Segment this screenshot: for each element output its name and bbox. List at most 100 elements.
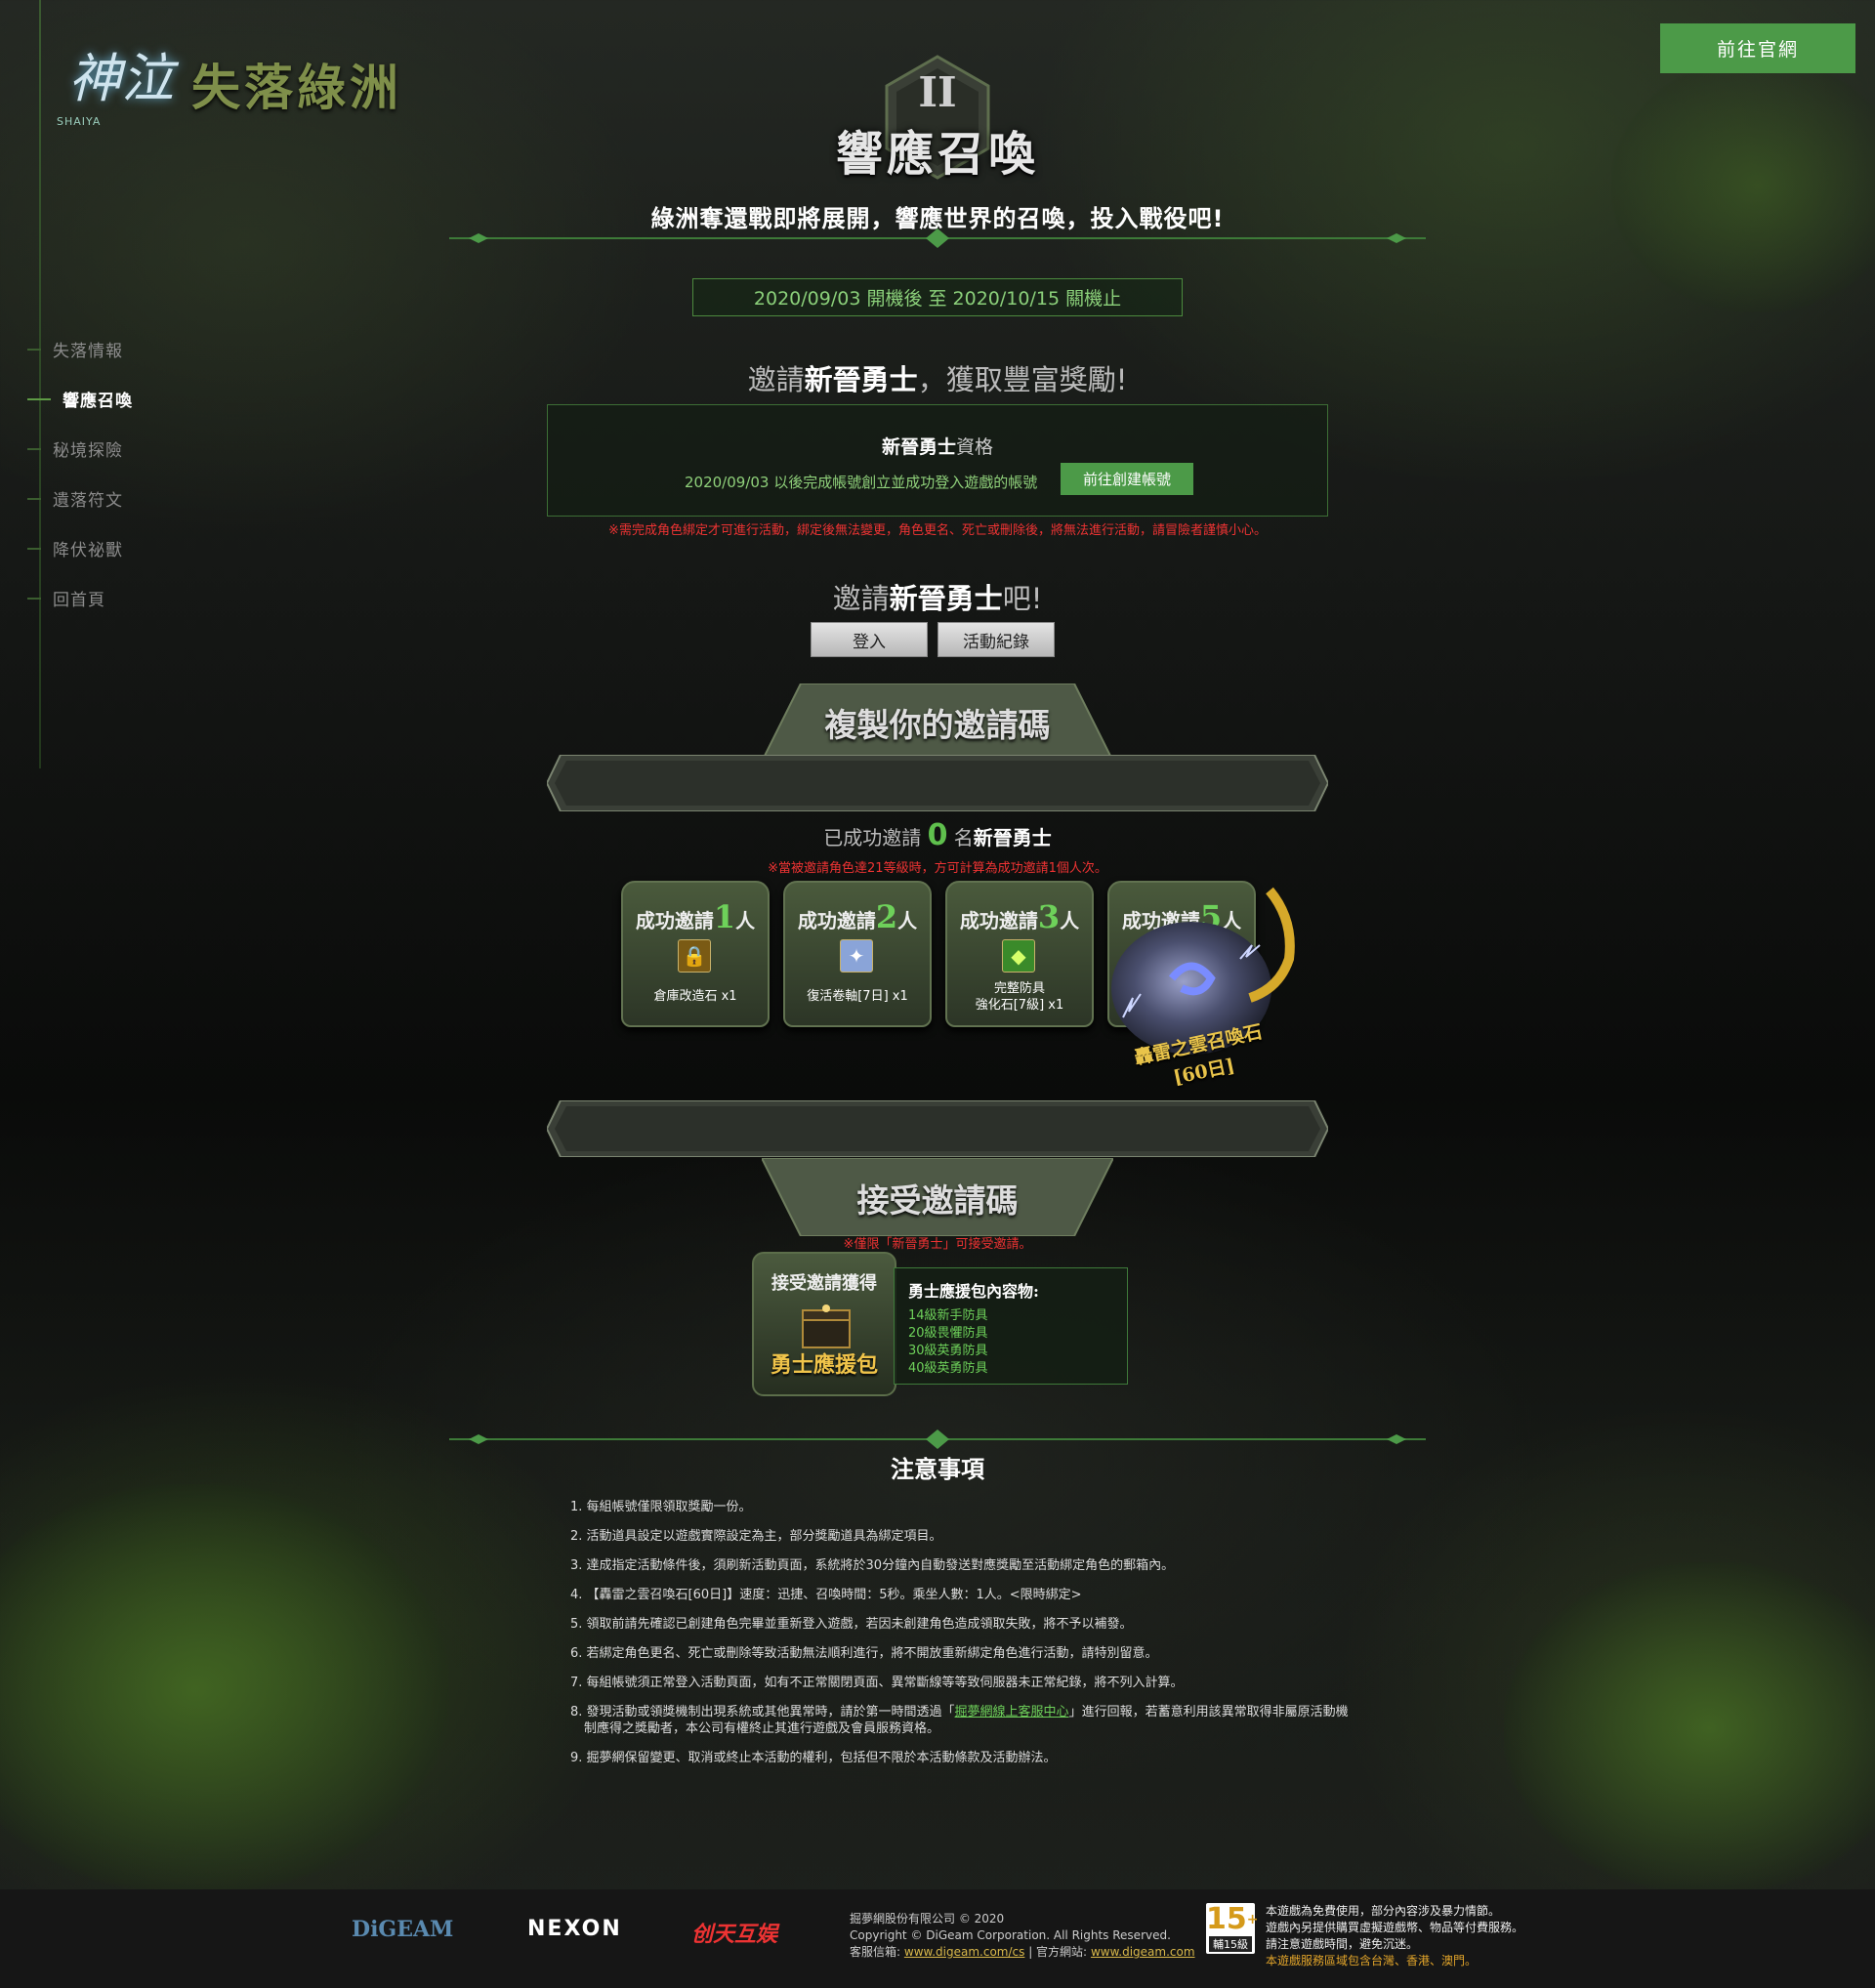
reward-pre: 成功邀請 xyxy=(797,909,876,932)
official-site-button[interactable]: 前往官網 xyxy=(1660,23,1855,73)
pack-item: 14級新手防具 xyxy=(908,1308,988,1323)
pack-name: 勇士應援包 xyxy=(770,1352,878,1378)
rate-line: 請注意遊戲時間，避免沉迷。 xyxy=(1266,1937,1419,1951)
notice-8-pre: 8. 發現活動或領獎機制出現系統或其他異常時，請於第一時間透過「 xyxy=(570,1705,955,1719)
notice-item: 5. 領取前請先確認已創建角色完畢並重新登入遊戲，若因未創建角色造成領取失敗，將… xyxy=(570,1617,1133,1632)
qual-bold: 新晉勇士 xyxy=(881,436,956,458)
success-pre: 已成功邀請 xyxy=(823,826,922,849)
qual-post: 資格 xyxy=(956,436,994,458)
pack-head: 接受邀請獲得 xyxy=(771,1273,877,1294)
accept-note: ※僅限「新晉勇士」可接受邀請。 xyxy=(843,1237,1032,1252)
event-date-range: 2020/09/03 開機後 至 2020/10/15 關機止 xyxy=(692,278,1183,316)
reward-post: 人 xyxy=(1060,909,1080,932)
lock-icon: 🔒 xyxy=(678,939,711,973)
reward-card-3: 成功邀請3人 ◆ 完整防具強化石[7級] x1 xyxy=(945,881,1094,1027)
success-count-line: 已成功邀請 0 名新晉勇士 xyxy=(0,818,1875,852)
rating-label: 輔15級 xyxy=(1209,1936,1252,1952)
rating-notice: 本遊戲為免費使用，部分內容涉及暴力情節。 遊戲內另提供購買虛擬遊戲幣、物品等付費… xyxy=(1266,1903,1523,1969)
footer-copyright: 掘夢網股份有限公司 © 2020 Copyright © DiGeam Corp… xyxy=(850,1911,1195,1961)
reward-head: 成功邀請2人 xyxy=(785,898,930,935)
digeam-logo[interactable]: DiGEAM xyxy=(352,1917,453,1942)
login-button[interactable]: 登入 xyxy=(811,622,928,657)
cta-post: 吧! xyxy=(1002,582,1043,615)
pack-contents-box: 勇士應援包內容物: 14級新手防具 20級畏懼防具 30級英勇防具 40級英勇防… xyxy=(894,1267,1128,1385)
pack-item: 40級英勇防具 xyxy=(908,1361,988,1376)
reward-name-line1: 完整防具 xyxy=(993,981,1045,996)
support-pack-card: 接受邀請獲得 勇士應援包 xyxy=(752,1252,896,1396)
rating-num: 15 xyxy=(1206,1902,1247,1936)
cta-pre: 邀請 xyxy=(832,582,890,615)
invite-heading-bold: 新晉勇士 xyxy=(804,363,918,396)
ornament-divider xyxy=(449,1429,1426,1449)
invite-heading: 邀請新晉勇士，獲取豐富獎勵! xyxy=(0,357,1875,398)
success-bold: 新晉勇士 xyxy=(973,826,1052,849)
notice-item: 1. 每組帳號僅限領取獎勵一份。 xyxy=(570,1500,752,1514)
reward-count: 2 xyxy=(875,898,898,935)
site-link[interactable]: www.digeam.com xyxy=(1091,1945,1195,1959)
invite-heading-post: ，獲取豐富獎勵! xyxy=(917,363,1128,396)
bind-warning: ※需完成角色綁定才可進行活動，綁定後無法變更，角色更名、死亡或刪除後，將無法進行… xyxy=(608,523,1267,538)
nav-dot xyxy=(27,547,41,550)
reward-head: 成功邀請3人 xyxy=(947,898,1092,935)
nav-label: 降伏祕獸 xyxy=(53,541,123,560)
nav-item-runes[interactable]: 遺落符文 xyxy=(27,474,133,523)
invite-heading-pre: 邀請 xyxy=(747,363,805,396)
notice-item: 2. 活動道具設定以遊戲實際設定為主，部分獎勵道具為綁定項目。 xyxy=(570,1529,942,1544)
copy-line2: Copyright © DiGeam Corporation. All Righ… xyxy=(850,1928,1171,1942)
scroll-icon: ✦ xyxy=(840,939,873,973)
reward-pre: 成功邀請 xyxy=(635,909,714,932)
pack-item: 20級畏懼防具 xyxy=(908,1326,988,1341)
accept-code-field[interactable] xyxy=(547,1100,1328,1157)
reward-name-line2: 強化石[7級] x1 xyxy=(975,998,1064,1013)
reward-card-1: 成功邀請1人 🔒 倉庫改造石 x1 xyxy=(621,881,770,1027)
success-count: 0 xyxy=(927,818,948,852)
reward-name: 完整防具強化石[7級] x1 xyxy=(947,980,1092,1014)
ctmx-logo[interactable]: 创天互娱 xyxy=(691,1917,777,1948)
notice-item-8: 8. 發現活動或領獎機制出現系統或其他異常時，請於第一時間透過「掘夢網線上客服中… xyxy=(570,1704,1352,1737)
reward-count: 3 xyxy=(1037,898,1061,935)
copy-line1: 掘夢網股份有限公司 © 2020 xyxy=(850,1912,1005,1926)
nav-label: 遺落符文 xyxy=(53,491,123,511)
qualification-desc: 2020/09/03 以後完成帳號創立並成功登入遊戲的帳號 xyxy=(685,474,1038,491)
notice-item: 3. 達成指定活動條件後，須刷新活動頁面，系統將於30分鐘內自動發送對應獎勵至活… xyxy=(570,1558,1175,1573)
rate-line: 本遊戲為免費使用，部分內容涉及暴力情節。 xyxy=(1266,1904,1501,1918)
rate-line: 遊戲內另提供購買虛擬遊戲幣、物品等付費服務。 xyxy=(1266,1921,1524,1934)
reward-post: 人 xyxy=(897,909,918,932)
notice-title: 注意事項 xyxy=(891,1456,984,1483)
chapter-numeral: II xyxy=(918,68,957,116)
foliage-decoration xyxy=(0,1484,449,1894)
rating-plus: + xyxy=(1246,1912,1259,1927)
reward-name: 復活卷軸[7日] x1 xyxy=(807,989,908,1004)
site-label: | 官方網站: xyxy=(1028,1945,1088,1959)
activity-record-button[interactable]: 活動紀錄 xyxy=(938,622,1055,657)
customer-service-link[interactable]: 掘夢網線上客服中心 xyxy=(955,1705,1069,1719)
reward-card-2: 成功邀請2人 ✦ 復活卷軸[7日] x1 xyxy=(783,881,932,1027)
nav-item-explore[interactable]: 秘境探險 xyxy=(27,424,133,474)
qualification-box: 新晉勇士資格 2020/09/03 以後完成帳號創立並成功登入遊戲的帳號 前往創… xyxy=(547,404,1328,517)
foliage-decoration xyxy=(1504,1562,1875,1894)
reward-post: 人 xyxy=(735,909,756,932)
accept-code-title: 接受邀請碼 xyxy=(856,1181,1019,1220)
success-note: ※當被邀請角色達21等級時，方可計算為成功邀請1個人次。 xyxy=(768,861,1107,876)
invite-cta: 邀請新晉勇士吧! xyxy=(0,576,1875,617)
create-account-button[interactable]: 前往創建帳號 xyxy=(1061,463,1193,495)
notice-item: 4. 【轟雷之雲召喚石[60日]】速度：迅捷、召喚時間：5秒。乘坐人數：1人。<… xyxy=(570,1588,1082,1602)
pack-contents-title: 勇士應援包內容物: xyxy=(908,1282,1039,1301)
invite-code-field[interactable] xyxy=(547,755,1328,811)
reward-count: 1 xyxy=(713,898,736,935)
cs-label: 客服信箱: xyxy=(850,1945,901,1959)
nav-dot xyxy=(27,348,41,351)
gem-icon: ◆ xyxy=(1002,939,1035,973)
cs-link[interactable]: www.digeam.com/cs xyxy=(904,1945,1025,1959)
reward-name: 倉庫改造石 x1 xyxy=(653,989,737,1004)
pack-item: 30級英勇防具 xyxy=(908,1344,988,1358)
copy-code-title: 複製你的邀請碼 xyxy=(824,706,1051,744)
footer: DiGEAM NEXON 创天互娱 掘夢網股份有限公司 © 2020 Copyr… xyxy=(0,1889,1875,1988)
nav-dot xyxy=(27,497,41,500)
page-title: 響應召喚 xyxy=(835,127,1039,182)
reward-pre: 成功邀請 xyxy=(959,909,1038,932)
nexon-logo[interactable]: NEXON xyxy=(527,1917,622,1941)
copy-line3: 客服信箱: www.digeam.com/cs | 官方網站: www.dige… xyxy=(850,1944,1195,1961)
success-mid: 名 xyxy=(953,826,974,849)
rating-number: 15+ xyxy=(1206,1902,1258,1936)
